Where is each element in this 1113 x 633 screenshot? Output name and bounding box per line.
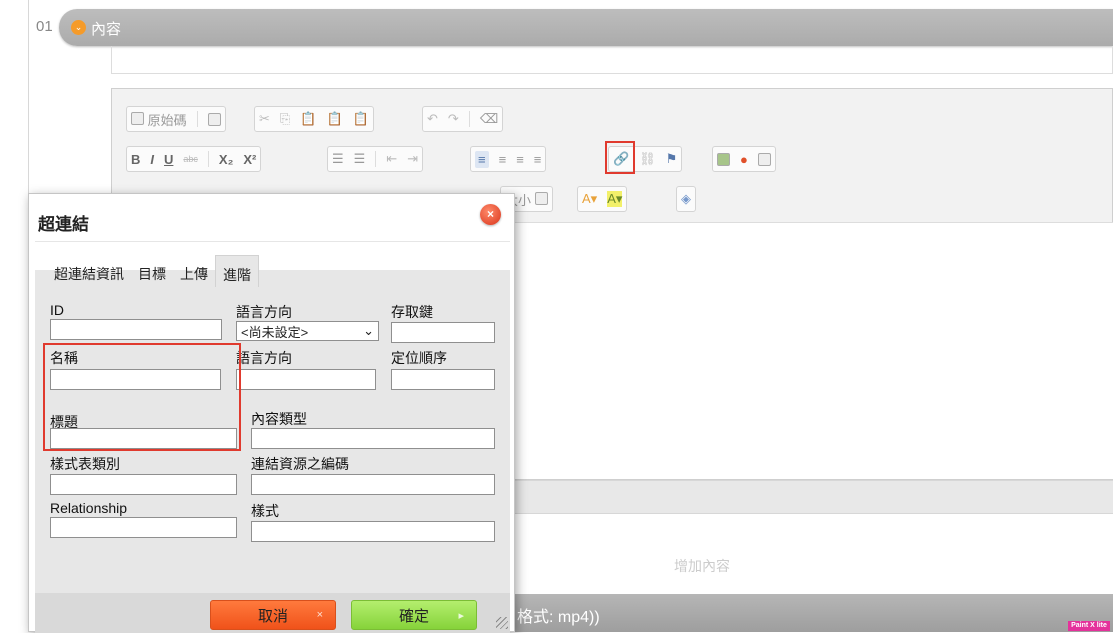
dialog-divider bbox=[35, 241, 510, 242]
style-input[interactable] bbox=[251, 521, 495, 542]
ok-button[interactable]: 確定 ▸ bbox=[351, 600, 477, 630]
tab-upload[interactable]: 上傳 bbox=[173, 255, 215, 287]
table-icon[interactable] bbox=[757, 152, 771, 166]
lang-dir-label: 語言方向 bbox=[236, 304, 292, 320]
paint-x-badge: Paint X lite bbox=[1068, 621, 1110, 631]
source-button[interactable]: 原始碼 bbox=[131, 110, 187, 129]
access-key-label: 存取鍵 bbox=[391, 304, 433, 320]
cancel-button-label: 取消 bbox=[257, 607, 288, 625]
template-icon[interactable] bbox=[207, 112, 221, 126]
cut-icon[interactable]: ✂ bbox=[259, 111, 270, 127]
tab-advanced[interactable]: 進階 bbox=[215, 255, 259, 287]
indent-icon[interactable]: ⇥ bbox=[407, 151, 418, 167]
toolbar-clipboard-group: ✂ ⎘ 📋 📋 📋 bbox=[254, 106, 374, 132]
tab-target[interactable]: 目標 bbox=[131, 255, 173, 287]
close-icon: × bbox=[316, 609, 323, 621]
toolbar-format-group: B I U abc X₂ X² bbox=[126, 146, 262, 172]
align-left-icon[interactable]: ≡ bbox=[475, 150, 489, 168]
outdent-icon[interactable]: ⇤ bbox=[386, 151, 397, 167]
access-key-input[interactable] bbox=[391, 322, 495, 343]
anchor-flag-icon[interactable]: ⚑ bbox=[666, 151, 678, 167]
superscript-button[interactable]: X² bbox=[243, 152, 256, 167]
numbered-list-icon[interactable]: ☰ bbox=[332, 151, 344, 167]
paste-icon[interactable]: 📋 bbox=[300, 111, 316, 127]
toolbar-misc-group: ◈ bbox=[676, 186, 696, 212]
ok-button-label: 確定 bbox=[398, 607, 429, 625]
paste-text-icon[interactable]: 📋 bbox=[327, 111, 343, 127]
lang-dir-input-2[interactable] bbox=[236, 369, 376, 390]
bold-button[interactable]: B bbox=[131, 152, 140, 167]
name-title-highlight bbox=[43, 343, 241, 451]
relationship-input[interactable] bbox=[50, 517, 237, 538]
id-label: ID bbox=[50, 302, 64, 318]
chevron-down-icon[interactable]: ⌄ bbox=[71, 20, 86, 35]
top-input-area[interactable] bbox=[111, 46, 1113, 74]
tab-index-label: 定位順序 bbox=[391, 350, 447, 366]
flash-icon[interactable]: ● bbox=[740, 152, 748, 167]
redo-icon[interactable]: ↷ bbox=[448, 111, 459, 127]
lang-dir-label-2: 語言方向 bbox=[236, 350, 292, 366]
toolbar-insert-group: ● bbox=[712, 146, 776, 172]
editor-content-area[interactable] bbox=[515, 222, 1113, 479]
chevron-down-icon: ⌄ bbox=[363, 323, 374, 338]
toolbar-undo-group: ↶ ↷ ⌫ bbox=[422, 106, 504, 132]
toolbar-color-group: A▾ A▾ bbox=[577, 186, 628, 212]
italic-button[interactable]: I bbox=[150, 152, 154, 167]
align-right-icon[interactable]: ≡ bbox=[516, 152, 524, 167]
toolbar-row-1: 原始碼 bbox=[126, 106, 226, 132]
id-input[interactable] bbox=[50, 319, 222, 340]
stylesheet-class-input[interactable] bbox=[50, 474, 237, 495]
relationship-label: Relationship bbox=[50, 500, 128, 516]
bottom-section-bar: 格式: mp4)) bbox=[515, 594, 1113, 632]
bg-color-icon[interactable]: A▾ bbox=[607, 191, 623, 207]
align-justify-icon[interactable]: ≡ bbox=[534, 152, 542, 167]
arrow-right-icon: ▸ bbox=[458, 609, 464, 622]
bottom-bar-text: 格式: mp4)) bbox=[517, 609, 600, 626]
style-label: 樣式 bbox=[251, 503, 279, 519]
subscript-button[interactable]: X₂ bbox=[219, 152, 233, 167]
content-type-input[interactable] bbox=[251, 428, 495, 449]
resize-grip-icon[interactable] bbox=[496, 617, 508, 629]
text-color-icon[interactable]: A▾ bbox=[582, 191, 597, 207]
add-content-link[interactable]: 增加內容 bbox=[674, 556, 730, 576]
copy-icon[interactable]: ⎘ bbox=[280, 111, 290, 127]
content-type-label: 內容類型 bbox=[251, 411, 307, 427]
strikethrough-button[interactable]: abc bbox=[183, 154, 198, 164]
link-button-highlight bbox=[605, 141, 635, 174]
bullet-list-icon[interactable]: ☰ bbox=[354, 151, 366, 167]
section-header[interactable]: ⌄ 內容 bbox=[59, 9, 1113, 46]
dialog-tabs: 超連結資訊 目標 上傳 進階 bbox=[47, 255, 259, 287]
stylesheet-class-label: 樣式表類別 bbox=[50, 456, 120, 472]
align-center-icon[interactable]: ≡ bbox=[499, 152, 507, 167]
tab-link-info[interactable]: 超連結資訊 bbox=[47, 255, 131, 287]
lang-dir-select[interactable]: <尚未設定> ⌄ bbox=[236, 321, 379, 341]
lang-dir-value: <尚未設定> bbox=[241, 324, 309, 340]
document-icon bbox=[131, 111, 144, 125]
charset-input[interactable] bbox=[251, 474, 495, 495]
section-title: 內容 bbox=[91, 21, 122, 38]
editor-status-strip bbox=[515, 480, 1113, 514]
close-icon[interactable]: × bbox=[480, 204, 501, 225]
chevron-down-icon bbox=[534, 191, 548, 205]
image-icon[interactable] bbox=[717, 152, 730, 166]
hyperlink-dialog: 超連結 × 超連結資訊 目標 上傳 進階 ID 語言方向 <尚未設定> ⌄ 存取… bbox=[28, 193, 515, 633]
underline-button[interactable]: U bbox=[164, 152, 173, 167]
eraser-icon[interactable]: ⌫ bbox=[480, 111, 498, 127]
tab-index-input[interactable] bbox=[391, 369, 495, 390]
source-label: 原始碼 bbox=[147, 112, 187, 128]
maximize-icon[interactable]: ◈ bbox=[681, 191, 691, 207]
charset-label: 連結資源之編碼 bbox=[251, 456, 349, 472]
paste-word-icon[interactable]: 📋 bbox=[353, 111, 369, 127]
row-number: 01 bbox=[36, 18, 53, 35]
dialog-title: 超連結 bbox=[38, 215, 89, 234]
unlink-icon[interactable]: ⛓ bbox=[639, 151, 656, 167]
cancel-button[interactable]: 取消 × bbox=[210, 600, 336, 630]
toolbar-list-group: ☰ ☰ ⇤ ⇥ bbox=[327, 146, 424, 172]
toolbar-align-group: ≡ ≡ ≡ ≡ bbox=[470, 146, 547, 172]
undo-icon[interactable]: ↶ bbox=[427, 111, 438, 127]
